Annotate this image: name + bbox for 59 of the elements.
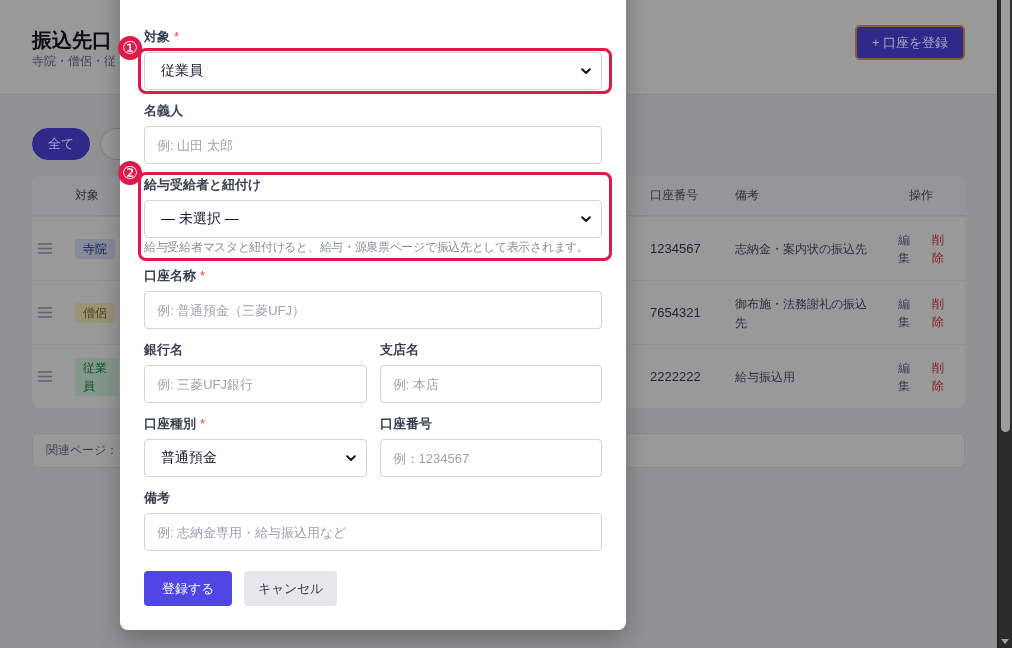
account-number-cell: 7654321 — [650, 305, 701, 320]
page-subtitle: 寺院・僧侶・従 — [32, 53, 116, 69]
field-label: 支店名 — [379, 341, 419, 359]
cancel-button[interactable]: キャンセル — [244, 571, 337, 606]
text-input[interactable]: 例: 志納金専用・給与振込用など — [144, 513, 602, 551]
dropdown-field[interactable]: — 未選択 — — [144, 200, 602, 238]
field-label: 対象 — [144, 28, 170, 46]
page-title: 振込先口 — [32, 28, 113, 53]
scrollbar-thumb[interactable] — [1000, 0, 1010, 432]
text-input[interactable]: 例: 三菱UFJ銀行 — [144, 365, 367, 403]
column-header: 操作 — [909, 187, 933, 204]
drag-handle-icon[interactable] — [38, 307, 52, 318]
delete-link[interactable]: 削除 — [932, 358, 944, 395]
field-label: 口座名称 — [144, 267, 196, 285]
number-marker: ① — [118, 36, 142, 60]
note-cell: 給与振込用 — [735, 370, 795, 384]
dropdown-field[interactable]: 普通預金 — [144, 439, 367, 477]
category-tag: 寺院 — [75, 238, 115, 259]
delete-link[interactable]: 削除 — [932, 230, 944, 267]
column-header: 備考 — [735, 187, 759, 204]
category-tag: 僧侶 — [75, 302, 115, 323]
related-pages-label: 関連ページ： — [46, 442, 118, 459]
field-label: 口座種別 — [144, 415, 196, 433]
text-input[interactable]: 例: 山田 太郎 — [144, 126, 602, 164]
note-cell: 志納金・案内状の振込先 — [735, 242, 867, 256]
note-cell: 御布施・法務謝礼の振込先 — [735, 296, 867, 330]
text-input[interactable]: 例：1234567 — [379, 439, 602, 477]
field-label: 銀行名 — [144, 341, 183, 359]
account-number-cell: 1234567 — [650, 241, 701, 256]
category-tag: 従業員 — [75, 357, 119, 396]
edit-link[interactable]: 編集 — [898, 358, 910, 395]
column-header: 口座番号 — [650, 187, 698, 204]
field-label: 名義人 — [144, 102, 183, 120]
delete-link[interactable]: 削除 — [932, 294, 944, 331]
chevron-down-icon — [581, 67, 591, 75]
required-asterisk: * — [174, 28, 180, 46]
field-label: 口座番号 — [379, 415, 432, 433]
field-label: 給与受給者と紐付け — [144, 176, 261, 194]
add-account-button[interactable]: + 口座を登録 — [855, 25, 965, 60]
text-input[interactable]: 例: 普通預金（三菱UFJ） — [144, 291, 602, 329]
number-marker: ② — [118, 161, 142, 185]
required-asterisk: * — [200, 415, 206, 433]
filter-tab[interactable]: 全て — [32, 128, 90, 160]
chevron-down-icon — [581, 215, 591, 223]
scroll-down-icon[interactable] — [1001, 639, 1009, 644]
account-number-cell: 2222222 — [650, 369, 701, 384]
field-label: 備考 — [144, 489, 170, 507]
column-header: 対象 — [75, 187, 99, 204]
edit-link[interactable]: 編集 — [898, 294, 910, 331]
help-text: 給与受給者マスタと紐付けると、給与・源泉票ページで振込先として表示されます。 — [144, 240, 590, 255]
submit-button[interactable]: 登録する — [144, 571, 232, 606]
drag-handle-icon[interactable] — [38, 371, 52, 382]
chevron-down-icon — [345, 454, 356, 462]
text-input[interactable]: 例: 本店 — [379, 365, 602, 403]
scrollbar[interactable] — [997, 0, 1012, 648]
required-asterisk: * — [200, 267, 206, 285]
dropdown-field[interactable]: 従業員 — [144, 52, 602, 90]
edit-link[interactable]: 編集 — [898, 230, 910, 267]
drag-handle-icon[interactable] — [38, 243, 52, 254]
